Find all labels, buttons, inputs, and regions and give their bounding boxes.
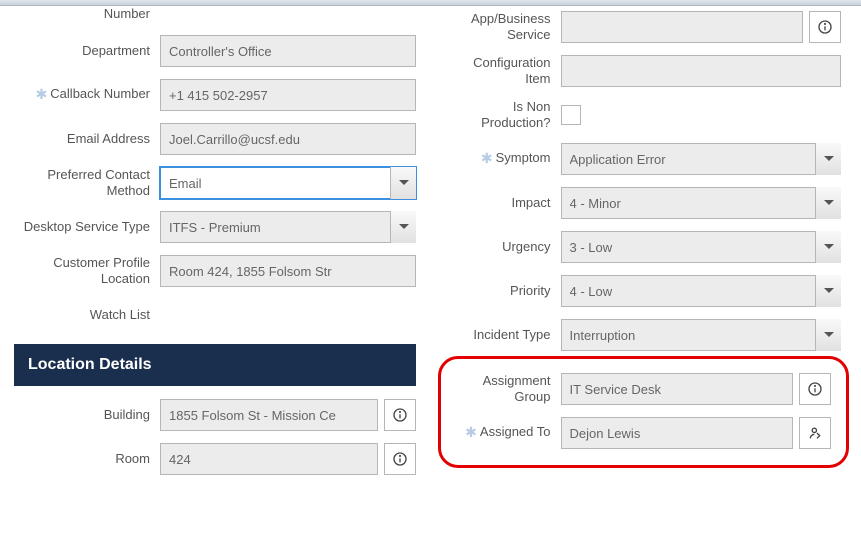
row-email: Email Address xyxy=(20,122,416,156)
row-watch-list: Watch List xyxy=(20,298,416,332)
urgency-label: Urgency xyxy=(446,239,561,255)
form-container: Number Department ✱Callback Number Email… xyxy=(0,6,861,506)
row-incident-type: Incident Type xyxy=(446,318,842,352)
symptom-select[interactable] xyxy=(561,143,842,175)
info-icon xyxy=(807,381,823,397)
contact-method-label: Preferred Contact Method xyxy=(20,167,160,200)
callback-label-text: Callback Number xyxy=(50,86,150,101)
incident-type-select[interactable] xyxy=(561,319,842,351)
info-icon xyxy=(817,19,833,35)
assigned-to-field[interactable] xyxy=(561,417,794,449)
right-column: App/Business Service Configuration Item … xyxy=(446,10,842,486)
email-field[interactable] xyxy=(160,123,416,155)
email-label: Email Address xyxy=(20,131,160,147)
app-service-field[interactable] xyxy=(561,11,804,43)
row-assigned-to: ✱Assigned To xyxy=(446,416,832,450)
app-service-label: App/Business Service xyxy=(446,11,561,44)
callback-label: ✱Callback Number xyxy=(20,86,160,104)
row-urgency: Urgency xyxy=(446,230,842,264)
row-profile-location: Customer Profile Location xyxy=(20,254,416,288)
impact-label: Impact xyxy=(446,195,561,211)
department-label: Department xyxy=(20,43,160,59)
contact-method-select[interactable] xyxy=(160,167,416,199)
room-field[interactable] xyxy=(160,443,378,475)
config-item-field[interactable] xyxy=(561,55,842,87)
row-room: Room xyxy=(20,442,416,476)
info-icon xyxy=(392,451,408,467)
row-assignment-group: Assignment Group xyxy=(446,372,832,406)
assigned-to-label: ✱Assigned To xyxy=(446,424,561,442)
row-nonprod: Is Non Production? xyxy=(446,98,842,132)
callback-field[interactable] xyxy=(160,79,416,111)
building-field[interactable] xyxy=(160,399,378,431)
assignment-group-info-button[interactable] xyxy=(799,373,831,405)
person-assign-icon xyxy=(807,425,823,441)
symptom-label-text: Symptom xyxy=(496,150,551,165)
row-config-item: Configuration Item xyxy=(446,54,842,88)
row-priority: Priority xyxy=(446,274,842,308)
building-info-button[interactable] xyxy=(384,399,416,431)
profile-location-label: Customer Profile Location xyxy=(20,255,160,288)
number-label: Number xyxy=(20,6,160,22)
row-impact: Impact xyxy=(446,186,842,220)
nonprod-checkbox[interactable] xyxy=(561,105,581,125)
desktop-type-select[interactable] xyxy=(160,211,416,243)
symptom-label: ✱Symptom xyxy=(446,150,561,168)
assign-to-me-button[interactable] xyxy=(799,417,831,449)
assignment-highlight-region: Assignment Group ✱Assigned To xyxy=(446,362,842,462)
row-desktop-type: Desktop Service Type xyxy=(20,210,416,244)
building-label: Building xyxy=(20,407,160,423)
row-number: Number xyxy=(20,4,416,24)
priority-label: Priority xyxy=(446,283,561,299)
row-contact-method: Preferred Contact Method xyxy=(20,166,416,200)
row-symptom: ✱Symptom xyxy=(446,142,842,176)
profile-location-field[interactable] xyxy=(160,255,416,287)
config-item-label: Configuration Item xyxy=(446,55,561,88)
info-icon xyxy=(392,407,408,423)
assigned-to-label-text: Assigned To xyxy=(480,424,551,439)
watch-list-label: Watch List xyxy=(20,307,160,323)
row-callback: ✱Callback Number xyxy=(20,78,416,112)
row-building: Building xyxy=(20,398,416,432)
desktop-type-label: Desktop Service Type xyxy=(20,219,160,235)
nonprod-label: Is Non Production? xyxy=(446,99,561,132)
urgency-select[interactable] xyxy=(561,231,842,263)
priority-select[interactable] xyxy=(561,275,842,307)
incident-type-label: Incident Type xyxy=(446,327,561,343)
impact-select[interactable] xyxy=(561,187,842,219)
assignment-group-label: Assignment Group xyxy=(446,373,561,406)
row-app-service: App/Business Service xyxy=(446,10,842,44)
section-location-details: Location Details xyxy=(14,344,416,386)
room-info-button[interactable] xyxy=(384,443,416,475)
left-column: Number Department ✱Callback Number Email… xyxy=(20,10,416,486)
room-label: Room xyxy=(20,451,160,467)
department-field[interactable] xyxy=(160,35,416,67)
app-service-info-button[interactable] xyxy=(809,11,841,43)
row-department: Department xyxy=(20,34,416,68)
assignment-group-field[interactable] xyxy=(561,373,794,405)
